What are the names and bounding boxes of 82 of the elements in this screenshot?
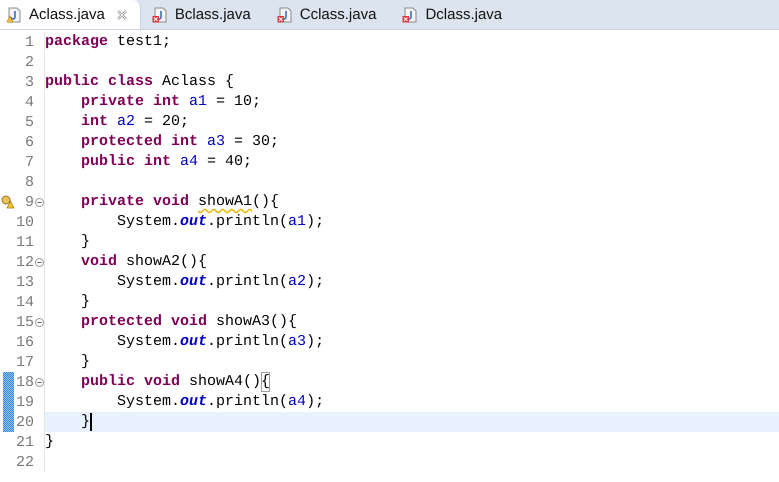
- code-text: = 40;: [206, 152, 252, 172]
- method-name-text: showA1: [198, 192, 252, 212]
- code-text: }: [81, 352, 90, 372]
- code-text: }: [81, 232, 90, 252]
- keyword-text: protected int: [81, 132, 200, 152]
- code-text: }: [81, 412, 90, 432]
- code-text: System.: [117, 332, 180, 352]
- static-field-text: out: [180, 392, 208, 412]
- keyword-text: protected void: [81, 312, 208, 332]
- code-text: System.: [117, 392, 180, 412]
- code-text: Aclass {: [162, 72, 234, 92]
- field-name-text: a4: [180, 152, 198, 172]
- code-text: );: [306, 212, 324, 232]
- code-text: .println(: [207, 332, 288, 352]
- keyword-text: public class: [45, 72, 154, 92]
- code-text: showA3(){: [216, 312, 298, 332]
- line-number: 8: [24, 174, 34, 190]
- keyword-text: private int: [81, 92, 182, 112]
- line-number: 13: [16, 274, 34, 290]
- static-field-text: out: [180, 332, 208, 352]
- code-text: }: [81, 292, 90, 312]
- field-name-text: a4: [288, 392, 306, 412]
- code-text: );: [306, 272, 324, 292]
- code-text: (){: [252, 192, 280, 212]
- close-icon[interactable]: [116, 8, 128, 20]
- code-text: .println(: [207, 212, 288, 232]
- line-number: 10: [16, 214, 34, 230]
- line-number: 3: [24, 74, 34, 90]
- keyword-text: void: [81, 252, 118, 272]
- code-text: }: [45, 432, 54, 452]
- code-text: showA2(){: [126, 252, 208, 272]
- keyword-text: int: [81, 112, 110, 132]
- keyword-text: private void: [81, 192, 190, 212]
- line-number: 7: [24, 154, 34, 170]
- field-name-text: a3: [207, 132, 226, 152]
- line-number: 15: [16, 314, 34, 330]
- collapse-icon[interactable]: [34, 198, 44, 206]
- collapse-icon[interactable]: [34, 258, 44, 266]
- line-number: 14: [16, 294, 34, 310]
- line-number: 5: [24, 114, 34, 130]
- collapse-icon[interactable]: [34, 318, 44, 326]
- code-text: = 10;: [215, 92, 262, 112]
- code-text: System.: [117, 212, 180, 232]
- code-text: );: [306, 332, 324, 352]
- line-number: 6: [24, 134, 34, 150]
- line-number: 19: [16, 394, 34, 410]
- code-text: .println(: [207, 392, 288, 412]
- code-text: = 30;: [233, 132, 280, 152]
- editor-tab[interactable]: Cclass.java: [270, 0, 388, 29]
- line-number: 20: [16, 414, 34, 430]
- code-text: .println(: [207, 272, 288, 292]
- line-number: 12: [16, 254, 34, 270]
- code-text: = 20;: [143, 112, 190, 132]
- line-number: 4: [24, 94, 34, 110]
- field-name-text: a1: [288, 212, 306, 232]
- keyword-text: package: [45, 32, 110, 52]
- line-number: 22: [16, 454, 34, 470]
- line-number: 21: [16, 434, 34, 450]
- static-field-text: out: [180, 272, 208, 292]
- keyword-text: public void: [81, 372, 182, 392]
- editor-tab[interactable]: Bclass.java: [146, 0, 263, 29]
- collapse-icon[interactable]: [34, 378, 44, 386]
- field-name-text: a3: [288, 332, 306, 352]
- editor-tab[interactable]: Dclass.java: [396, 0, 514, 29]
- field-name-text: a2: [117, 112, 136, 132]
- matching-bracket: {: [261, 372, 270, 392]
- line-number: 2: [24, 54, 34, 70]
- static-field-text: out: [180, 212, 208, 232]
- line-number: 11: [16, 234, 34, 250]
- code-text: );: [306, 392, 324, 412]
- field-name-text: a1: [189, 92, 208, 112]
- code-text: showA4(): [189, 372, 262, 392]
- code-text: test1;: [117, 32, 172, 52]
- line-number: 9: [24, 194, 34, 210]
- line-number: 17: [16, 354, 34, 370]
- line-number: 16: [16, 334, 34, 350]
- field-name-text: a2: [288, 272, 306, 292]
- line-number: 1: [24, 34, 34, 50]
- code-text: System.: [117, 272, 180, 292]
- keyword-text: public int: [81, 152, 172, 172]
- line-number: 18: [16, 374, 34, 390]
- editor-tab[interactable]: Aclass.java: [0, 0, 141, 29]
